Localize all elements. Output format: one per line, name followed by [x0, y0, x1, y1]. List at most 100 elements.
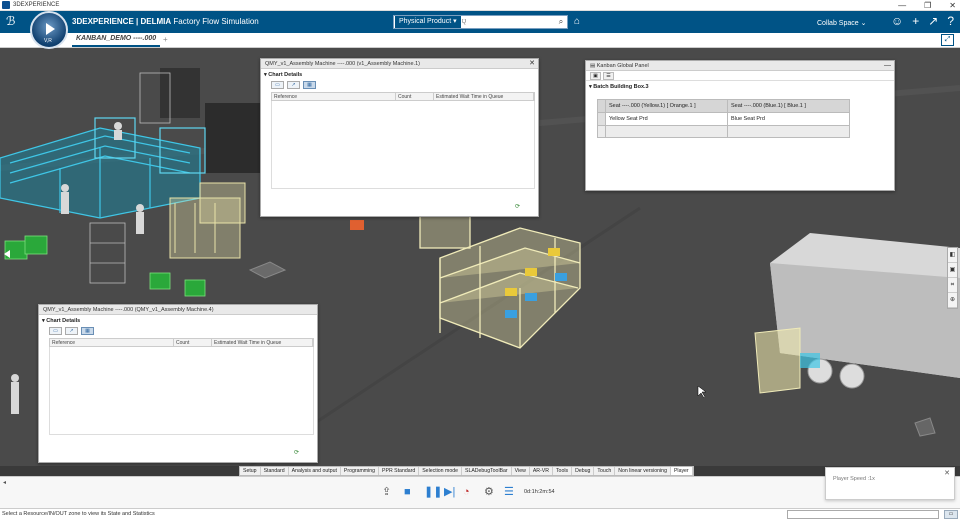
column-wait-time[interactable]: Estimated Wait Time in Queue	[212, 339, 313, 346]
tab-standard[interactable]: Standard	[261, 467, 289, 475]
tab-sla-debug[interactable]: SLADebugToolBar	[462, 467, 512, 475]
column-count[interactable]: Count	[174, 339, 212, 346]
add-tab-button[interactable]: +	[163, 35, 168, 44]
tab-ppr-standard[interactable]: PPR Standard	[379, 467, 420, 475]
refresh-icon[interactable]: ⟳	[515, 203, 520, 210]
close-window-button[interactable]: ✕	[949, 1, 956, 10]
chart-toolbar: ▭ ↗ ▦	[261, 81, 538, 89]
panel-title: ▤ Kanban Global Panel —	[586, 61, 894, 71]
app-name: Factory Flow Simulation	[171, 17, 259, 26]
expand-arrow-icon[interactable]: ◂	[3, 479, 6, 486]
action-bar-tabs: Setup Standard Analysis and output Progr…	[239, 466, 694, 476]
right-view-toolbar: ◧ ▣ ⌗ ⊕	[947, 247, 958, 309]
machine1-chart-panel: QMY_v1_Assembly Machine ----.000 (v1_Ass…	[260, 58, 539, 217]
player-speed-label: Player Speed :1x	[833, 476, 875, 482]
panel-title-text: QMY_v1_Assembly Machine ----.000 (QMY_v1…	[43, 307, 214, 313]
tab-kanban-demo[interactable]: KANBAN_DEMO ----.000	[72, 35, 161, 47]
close-icon[interactable]: ✕	[944, 469, 950, 477]
row-handle[interactable]	[597, 99, 606, 113]
bar-chart-icon[interactable]: ▭	[271, 81, 284, 89]
chart-details-header[interactable]: ▾ Chart Details	[261, 69, 538, 81]
minimize-panel-button[interactable]: —	[884, 61, 891, 70]
column-blue-seat[interactable]: Seat ----.000 (Blue.1) [ Blue.1 ]	[727, 99, 850, 113]
save-icon[interactable]: ▣	[590, 72, 601, 80]
speed-gauge-icon[interactable]: ◔	[463, 486, 470, 498]
column-reference[interactable]: Reference	[272, 93, 396, 100]
export-chart-icon[interactable]: ↗	[65, 327, 78, 335]
document-tab-bar: KANBAN_DEMO ----.000 + ⤢	[0, 33, 960, 48]
panel-title-text: QMY_v1_Assembly Machine ----.000 (v1_Ass…	[265, 61, 420, 67]
minimize-button[interactable]: —	[898, 1, 906, 10]
help-icon[interactable]: ?	[947, 14, 954, 28]
tab-touch[interactable]: Touch	[594, 467, 616, 475]
tab-selection-mode[interactable]: Selection mode	[419, 467, 462, 475]
ds-logo-icon[interactable]: ℬ	[6, 14, 15, 28]
batch-box-header[interactable]: ▾ Batch Building Box.3	[586, 81, 894, 93]
row-handle[interactable]	[597, 112, 606, 126]
table-cell[interactable]	[727, 125, 850, 138]
bar-chart-icon[interactable]: ▭	[49, 327, 62, 335]
collab-space-dropdown[interactable]: Collab Space ⌄	[817, 19, 866, 27]
share-icon[interactable]: ↗	[928, 14, 938, 28]
settings-icon[interactable]: ⚙	[484, 486, 494, 498]
kanban-global-panel: ▤ Kanban Global Panel — ▣ ☰ ▾ Batch Buil…	[585, 60, 895, 191]
tab-view[interactable]: View	[512, 467, 530, 475]
column-yellow-seat[interactable]: Seat ----.000 (Yellow.1) [ Orange.1 ]	[605, 99, 728, 113]
tab-programming[interactable]: Programming	[341, 467, 380, 475]
tab-player[interactable]: Player	[670, 467, 693, 475]
tab-tools[interactable]: Tools	[553, 467, 573, 475]
compass-widget[interactable]: V,R	[30, 11, 68, 49]
row-handle[interactable]	[597, 125, 606, 138]
tag-icon[interactable]: ⌂	[574, 16, 580, 27]
stop-icon[interactable]: ■	[404, 486, 411, 498]
tab-non-linear-versioning[interactable]: Non linear versioning	[615, 467, 671, 475]
status-toggle-icon[interactable]: ▭	[944, 510, 958, 519]
window-title: 3DEXPERIENCE	[13, 2, 60, 8]
tab-analysis-output[interactable]: Analysis and output	[289, 467, 341, 475]
search-input[interactable]	[461, 19, 555, 25]
command-input[interactable]	[787, 510, 939, 519]
column-wait-time[interactable]: Estimated Wait Time in Queue	[434, 93, 534, 100]
kanban-table: Seat ----.000 (Yellow.1) [ Orange.1 ] Se…	[597, 99, 850, 138]
search-icon[interactable]: ⌕	[555, 17, 567, 27]
kanban-title-icon: ▤	[590, 63, 597, 69]
status-bar: Select a Resource/IN/OUT zone to view it…	[0, 508, 960, 519]
tab-setup[interactable]: Setup	[240, 467, 261, 475]
search-bar: Physical Product ▾ ⌕	[393, 15, 568, 29]
export-chart-icon[interactable]: ↗	[287, 81, 300, 89]
pause-icon[interactable]: ❚❚	[424, 486, 442, 498]
chart-details-header[interactable]: ▾ Chart Details	[39, 315, 317, 327]
maximize-button[interactable]: ❐	[924, 1, 931, 10]
grid-icon[interactable]: ☰	[603, 72, 614, 80]
panel-title: QMY_v1_Assembly Machine ----.000 (QMY_v1…	[39, 305, 317, 315]
export-icon[interactable]: ⇪	[382, 486, 391, 498]
user-icon[interactable]: ☺	[891, 14, 903, 28]
column-count[interactable]: Count	[396, 93, 434, 100]
close-icon[interactable]: ✕	[529, 59, 535, 68]
step-forward-icon[interactable]: ▶|	[444, 486, 455, 498]
zoom-icon[interactable]: ⊕	[948, 293, 957, 308]
table-cell[interactable]	[605, 125, 728, 138]
table-row	[597, 125, 850, 138]
table-view-icon[interactable]: ▦	[303, 81, 316, 89]
table-header-row: Seat ----.000 (Yellow.1) [ Orange.1 ] Se…	[597, 99, 850, 113]
table-view-icon[interactable]: ▦	[81, 327, 94, 335]
tab-ar-vr[interactable]: AR-VR	[530, 467, 553, 475]
table-row: Yellow Seat Prd Blue Seat Prd	[597, 112, 850, 126]
list-icon[interactable]: ☰	[504, 486, 514, 498]
measure-icon[interactable]: ⌗	[948, 278, 957, 293]
player-speed-popup: Player Speed :1x ✕	[825, 467, 955, 500]
fit-all-icon[interactable]: ⤢	[941, 34, 954, 46]
column-reference[interactable]: Reference	[50, 339, 174, 346]
plus-icon[interactable]: +	[912, 14, 919, 28]
search-context-dropdown[interactable]: Physical Product ▾	[395, 16, 461, 28]
tab-debug[interactable]: Debug	[572, 467, 595, 475]
grid-body	[49, 347, 314, 435]
table-cell[interactable]: Yellow Seat Prd	[605, 112, 728, 126]
grid-header: Reference Count Estimated Wait Time in Q…	[271, 92, 535, 101]
table-cell[interactable]: Blue Seat Prd	[727, 112, 850, 126]
refresh-icon[interactable]: ⟳	[294, 449, 299, 456]
window-controls: — ❐ ✕	[898, 0, 956, 11]
view-orientation-icon[interactable]: ◧	[948, 248, 957, 263]
render-style-icon[interactable]: ▣	[948, 263, 957, 278]
